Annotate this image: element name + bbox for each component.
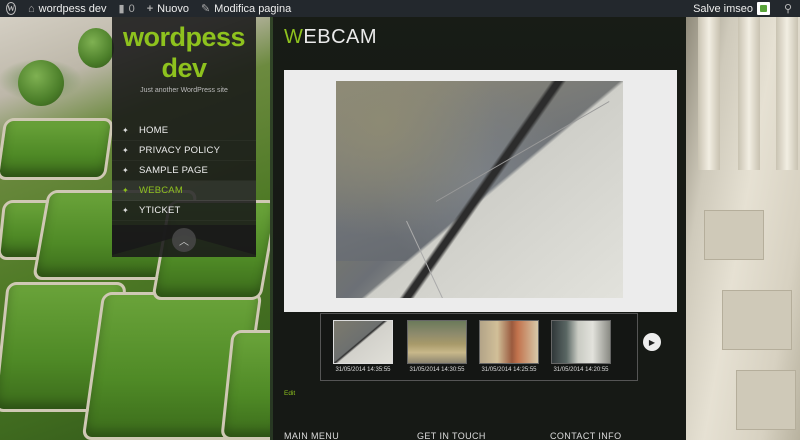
pencil-icon: ✎: [200, 3, 211, 15]
home-icon: ⌂: [28, 2, 35, 15]
sidebar: wordpess dev Just another WordPress site…: [112, 17, 256, 257]
wordpress-icon: W: [6, 2, 16, 15]
comments-link[interactable]: ▮ 0: [113, 0, 141, 17]
page-title: WEBCAM: [284, 26, 377, 49]
footer-widgets: MAIN MENU GET IN TOUCH CONTACT INFO: [284, 431, 684, 440]
plus-icon: +: [146, 2, 154, 15]
floor-tile: [704, 210, 764, 260]
thumbnail-caption: 31/05/2014 14:25:55: [481, 367, 537, 373]
pillar: [776, 0, 798, 170]
chevron-up-icon: ︿: [179, 236, 189, 248]
floor-tile: [736, 370, 796, 430]
avatar: [757, 2, 770, 15]
bullet-icon: ✦: [122, 206, 129, 215]
menu-item-privacy-policy[interactable]: ✦ PRIVACY POLICY: [112, 141, 256, 161]
webcam-image-frame: [284, 70, 677, 312]
floor-tile: [722, 290, 792, 350]
page-title-initial: W: [284, 26, 304, 48]
wordpress-menu[interactable]: W: [0, 0, 22, 17]
footer-heading-contact-info: CONTACT INFO: [550, 431, 622, 440]
thumbnail-caption: 31/05/2014 14:20:55: [553, 367, 609, 373]
thumbnail[interactable]: [479, 320, 539, 364]
main-menu: ✦ HOME ✦ PRIVACY POLICY ✦ SAMPLE PAGE ✦ …: [112, 121, 256, 221]
bullet-icon: ✦: [122, 146, 129, 155]
thumbnail-strip: 31/05/2014 14:35:55 31/05/2014 14:30:55 …: [320, 313, 638, 381]
pillar: [738, 0, 760, 170]
collapse-sidebar-button[interactable]: ︿: [172, 228, 196, 252]
bullet-icon: ✦: [122, 186, 129, 195]
site-tagline: Just another WordPress site: [140, 87, 228, 94]
search-icon: ⚲: [783, 3, 793, 15]
footer-heading-get-in-touch: GET IN TOUCH: [417, 431, 486, 440]
bullet-icon: ✦: [122, 126, 129, 135]
thumbnail-caption: 31/05/2014 14:35:55: [335, 367, 391, 373]
edit-link[interactable]: Edit: [284, 390, 295, 397]
thumbnail-caption: 31/05/2014 14:30:55: [409, 367, 465, 373]
admin-bar: W ⌂ wordpess dev ▮ 0 + Nuovo ✎ Modifica …: [0, 0, 800, 17]
edit-page-link[interactable]: ✎ Modifica pagina: [195, 0, 297, 17]
comments-count: 0: [128, 2, 135, 15]
new-label: Nuovo: [157, 2, 189, 15]
tree: [18, 60, 64, 106]
palace-background: [686, 0, 800, 440]
menu-item-label: HOME: [139, 125, 169, 136]
thumbnail[interactable]: [551, 320, 611, 364]
menu-item-home[interactable]: ✦ HOME: [112, 121, 256, 141]
pool-edge: [336, 81, 623, 298]
menu-item-label: PRIVACY POLICY: [139, 145, 221, 156]
greeting-label: Salve imseo: [693, 2, 753, 15]
tree: [78, 28, 114, 68]
menu-item-label: YTICKET: [139, 205, 181, 216]
site-title[interactable]: wordpess dev: [112, 22, 256, 84]
thumbnail[interactable]: [407, 320, 467, 364]
menu-item-sample-page[interactable]: ✦ SAMPLE PAGE: [112, 161, 256, 181]
webcam-image[interactable]: [336, 81, 623, 298]
new-content-link[interactable]: + Nuovo: [141, 0, 195, 17]
thumbnail[interactable]: [333, 320, 393, 364]
account-menu[interactable]: Salve imseo: [687, 0, 776, 17]
main-content: WEBCAM 31/05/2014 14:35:55 31/05/2014 14…: [273, 17, 686, 440]
site-name-link[interactable]: ⌂ wordpess dev: [22, 0, 113, 17]
menu-item-webcam[interactable]: ✦ WEBCAM: [112, 181, 256, 201]
pillar: [698, 0, 720, 170]
menu-item-label: WEBCAM: [139, 185, 183, 196]
site-name-label: wordpess dev: [38, 2, 107, 15]
search-button[interactable]: ⚲: [776, 0, 800, 17]
bullet-icon: ✦: [122, 166, 129, 175]
play-next-icon: ▶: [648, 337, 656, 347]
comment-icon: ▮: [118, 3, 125, 15]
menu-item-label: SAMPLE PAGE: [139, 165, 209, 176]
next-thumbnails-button[interactable]: ▶: [643, 333, 661, 351]
footer-heading-main-menu: MAIN MENU: [284, 431, 340, 440]
hedge: [0, 118, 115, 180]
menu-item-yticket[interactable]: ✦ YTICKET: [112, 201, 256, 221]
edit-page-label: Modifica pagina: [214, 2, 292, 15]
page-title-rest: EBCAM: [303, 26, 378, 48]
